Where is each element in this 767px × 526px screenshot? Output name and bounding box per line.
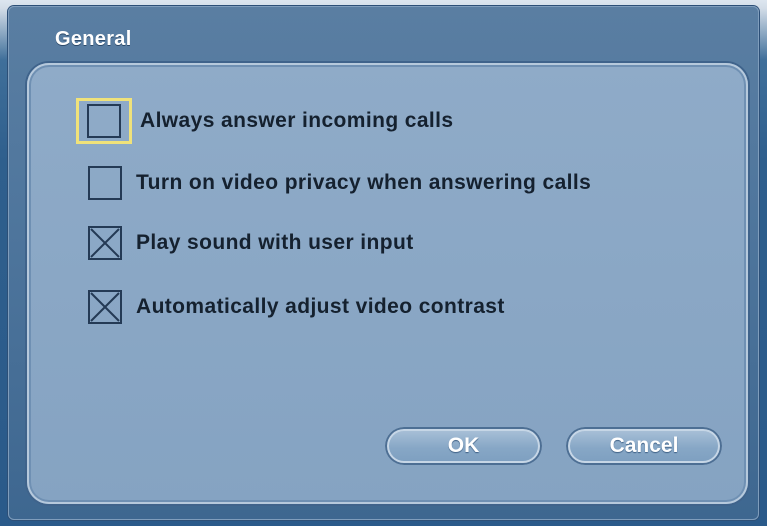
always-answer-checkbox[interactable] bbox=[76, 98, 132, 144]
cancel-button[interactable]: Cancel bbox=[566, 427, 722, 465]
dialog-title: General bbox=[55, 28, 132, 50]
checkbox-box bbox=[87, 104, 121, 138]
option-label: Always answer incoming calls bbox=[140, 109, 454, 132]
option-video-privacy[interactable]: Turn on video privacy when answering cal… bbox=[88, 160, 591, 206]
option-play-sound[interactable]: Play sound with user input bbox=[88, 220, 414, 266]
option-label: Turn on video privacy when answering cal… bbox=[136, 171, 592, 194]
x-cross-icon bbox=[90, 292, 120, 322]
option-label: Automatically adjust video contrast bbox=[136, 295, 505, 318]
option-always-answer[interactable]: Always answer incoming calls bbox=[76, 98, 454, 144]
option-label: Play sound with user input bbox=[136, 231, 414, 254]
play-sound-checkbox[interactable] bbox=[88, 226, 122, 260]
video-privacy-checkbox[interactable] bbox=[88, 166, 122, 200]
auto-contrast-checkbox[interactable] bbox=[88, 290, 122, 324]
x-cross-icon bbox=[90, 228, 120, 258]
option-auto-contrast[interactable]: Automatically adjust video contrast bbox=[88, 284, 505, 330]
ok-button[interactable]: OK bbox=[385, 427, 542, 465]
